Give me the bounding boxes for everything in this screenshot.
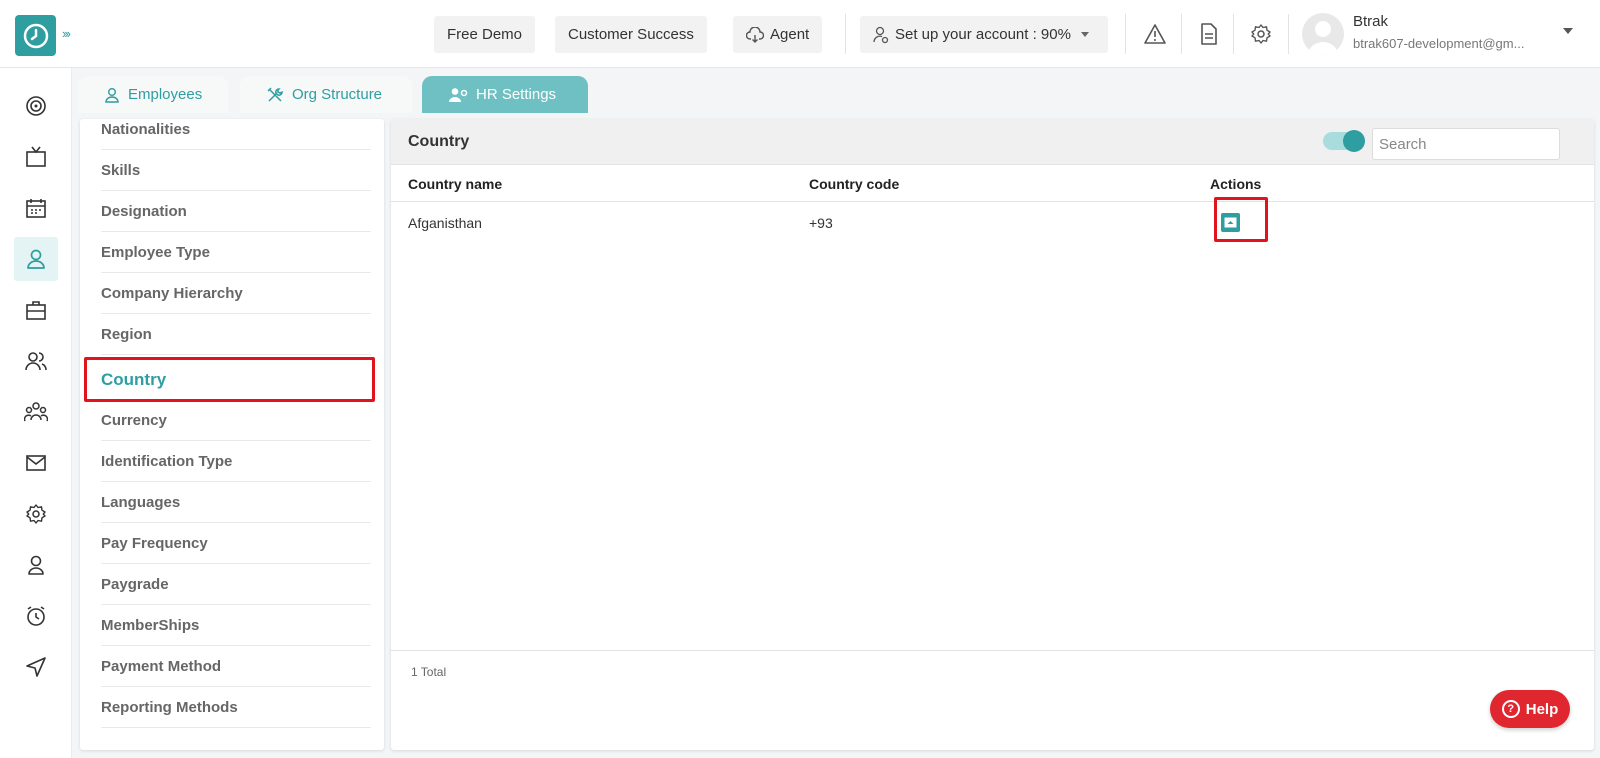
nav-profile-badge-icon[interactable]: [14, 543, 58, 587]
user-settings-icon: [449, 87, 468, 102]
menu-item-nationalities[interactable]: Nationalities: [101, 119, 371, 150]
free-demo-label: Free Demo: [447, 26, 523, 43]
agent-label: Agent: [770, 26, 810, 43]
menu-item-skills[interactable]: Skills: [101, 150, 371, 191]
agent-button[interactable]: Agent: [733, 16, 823, 53]
nav-users-icon[interactable]: [14, 339, 58, 383]
nav-mail-icon[interactable]: [14, 441, 58, 485]
divider: [1288, 14, 1289, 54]
nav-send-icon[interactable]: [14, 645, 58, 689]
tab-employees-label: Employees: [128, 86, 203, 103]
tab-hr-settings-label: HR Settings: [476, 86, 557, 103]
nav-briefcase-icon[interactable]: [14, 288, 58, 332]
user-menu-chevron-down-icon[interactable]: [1563, 28, 1573, 34]
table-header: Country name Country code Actions: [391, 165, 1594, 202]
cell-country-code: +93: [809, 215, 833, 231]
user-name: Btrak: [1353, 13, 1389, 30]
highlight-box-country-menu: [84, 357, 375, 402]
divider: [845, 14, 846, 54]
column-header-actions: Actions: [1210, 176, 1262, 192]
customer-success-button[interactable]: Customer Success: [555, 16, 707, 53]
hr-settings-menu: Nationalities Skills Designation Employe…: [80, 119, 384, 750]
country-panel: Country Country name Country code Action…: [391, 119, 1594, 750]
menu-item-memberships[interactable]: MemberShips: [101, 605, 371, 646]
tab-hr-settings[interactable]: HR Settings: [422, 76, 588, 113]
divider: [1181, 14, 1182, 54]
tab-org-structure[interactable]: Org Structure: [240, 76, 412, 113]
panel-header: Country: [391, 119, 1594, 165]
toggle-knob: [1343, 130, 1365, 152]
divider: [1233, 14, 1234, 54]
free-demo-button[interactable]: Free Demo: [434, 16, 536, 53]
help-label: Help: [1525, 700, 1559, 718]
divider: [1125, 14, 1126, 54]
user-icon: [105, 87, 119, 103]
left-navigation: [0, 68, 72, 758]
tools-icon: [267, 86, 283, 102]
menu-item-region[interactable]: Region: [101, 314, 371, 355]
highlight-box-actions: [1214, 197, 1268, 242]
user-email: btrak607-development@gm...: [1353, 36, 1525, 51]
customer-success-label: Customer Success: [568, 26, 694, 43]
menu-item-designation[interactable]: Designation: [101, 191, 371, 232]
question-icon: ?: [1501, 700, 1520, 718]
menu-item-employee-type[interactable]: Employee Type: [101, 232, 371, 273]
column-header-country-name[interactable]: Country name: [408, 176, 502, 192]
nav-employee-user-icon[interactable]: [14, 237, 58, 281]
setup-account-label: Set up your account : 90%: [895, 26, 1071, 43]
panel-footer: 1 Total: [391, 650, 1594, 750]
nav-dashboard-target-icon[interactable]: [14, 84, 58, 128]
user-settings-icon: [873, 26, 889, 43]
top-bar: ››› Free Demo Customer Success Agent Set…: [0, 0, 1600, 68]
nav-tv-icon[interactable]: [14, 135, 58, 179]
document-icon[interactable]: [1196, 21, 1222, 47]
menu-item-identification-type[interactable]: Identification Type: [101, 441, 371, 482]
menu-item-company-hierarchy[interactable]: Company Hierarchy: [101, 273, 371, 314]
nav-team-icon[interactable]: [14, 390, 58, 434]
tab-employees[interactable]: Employees: [78, 76, 229, 113]
menu-item-payment-method[interactable]: Payment Method: [101, 646, 371, 687]
menu-item-paygrade[interactable]: Paygrade: [101, 564, 371, 605]
help-button[interactable]: ? Help: [1490, 690, 1570, 728]
avatar[interactable]: [1302, 13, 1344, 55]
nav-alarm-clock-icon[interactable]: [14, 594, 58, 638]
nav-settings-gear-icon[interactable]: [14, 492, 58, 536]
expand-sidebar-icon[interactable]: ›››: [62, 26, 71, 41]
chevron-down-icon: [1080, 32, 1089, 37]
panel-title: Country: [408, 133, 470, 150]
active-toggle[interactable]: [1323, 130, 1365, 152]
menu-item-reporting-methods[interactable]: Reporting Methods: [101, 687, 371, 728]
warning-icon[interactable]: [1142, 21, 1168, 47]
tab-org-structure-label: Org Structure: [292, 86, 383, 103]
menu-item-languages[interactable]: Languages: [101, 482, 371, 523]
column-header-country-code[interactable]: Country code: [809, 176, 899, 192]
menu-item-currency[interactable]: Currency: [101, 400, 371, 441]
gear-icon[interactable]: [1248, 21, 1274, 47]
total-count: 1 Total: [411, 665, 447, 679]
app-logo-clock-icon[interactable]: [15, 15, 56, 56]
search-input[interactable]: [1372, 128, 1560, 160]
table-row[interactable]: Afganisthan +93: [391, 203, 1594, 245]
cloud-download-icon: [746, 26, 764, 43]
cell-country-name: Afganisthan: [408, 215, 482, 231]
nav-calendar-icon[interactable]: [14, 186, 58, 230]
setup-account-dropdown[interactable]: Set up your account : 90%: [860, 16, 1108, 53]
menu-item-pay-frequency[interactable]: Pay Frequency: [101, 523, 371, 564]
